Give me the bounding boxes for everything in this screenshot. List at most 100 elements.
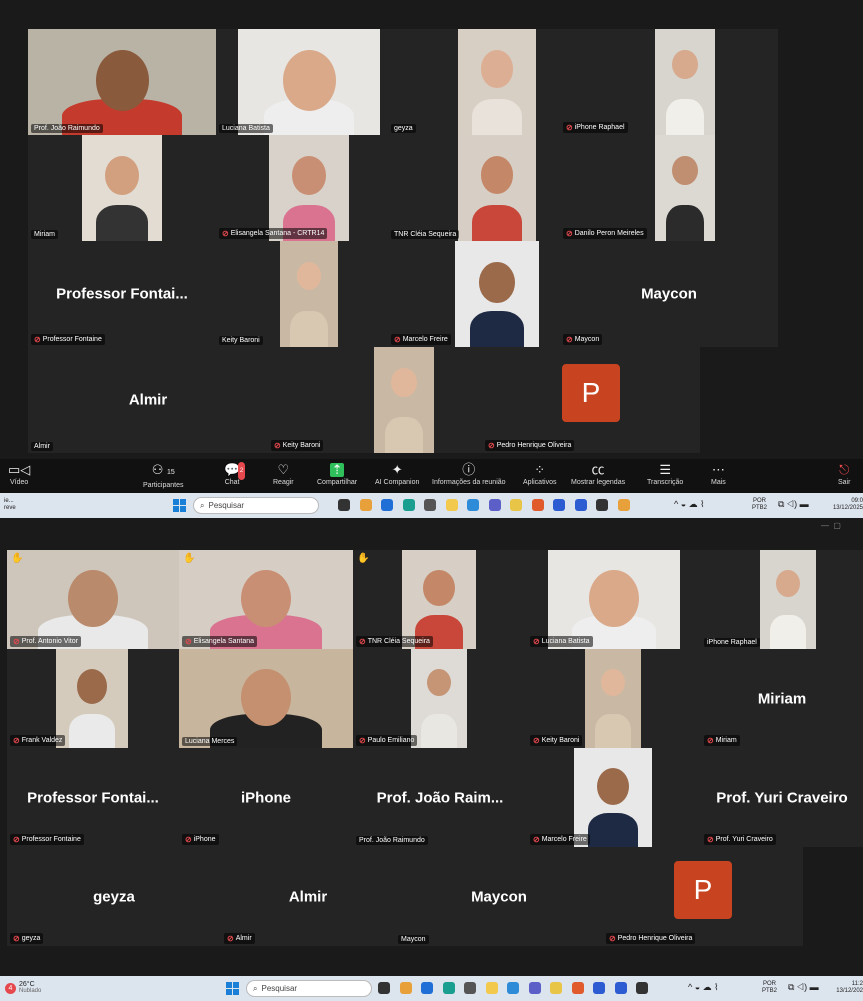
- taskbar-app-icon[interactable]: [574, 499, 587, 511]
- participant-tile[interactable]: ⊘ iPhone Raphael: [560, 29, 778, 135]
- captions-button[interactable]: ㏄ Mostrar legendas: [571, 461, 625, 486]
- taskbar-app-icon[interactable]: [359, 499, 372, 511]
- taskbar-app-icon[interactable]: [528, 982, 541, 994]
- taskbar-app-icon[interactable]: [381, 499, 393, 511]
- participant-tile[interactable]: Professor Fontai... ⊘ Professor Fontaine: [28, 241, 216, 347]
- avatar: P: [562, 364, 620, 423]
- participant-name: Professor Fontaine: [21, 836, 81, 843]
- participant-name-label: Prof. João Raimundo: [31, 124, 103, 133]
- taskbar-app-icon[interactable]: [421, 982, 433, 994]
- participant-tile[interactable]: ✋ ⊘ TNR Cléia Sequeira: [353, 550, 527, 649]
- participant-tile[interactable]: Prof. João Raim... Prof. João Raimundo: [353, 748, 527, 847]
- participant-video: [28, 29, 216, 135]
- react-button[interactable]: ♡ Reagir: [273, 461, 294, 486]
- participant-tile[interactable]: ⊘ Paulo Emiliano: [353, 649, 527, 748]
- mic-muted-icon: ⊘: [533, 736, 540, 745]
- participant-tile[interactable]: Maycon Maycon: [395, 847, 603, 946]
- mic-muted-icon: ⊘: [488, 441, 495, 450]
- taskbar-app-icon[interactable]: [636, 982, 648, 994]
- taskbar-app-icon[interactable]: [507, 982, 519, 994]
- taskbar-app-icon[interactable]: [467, 499, 479, 511]
- taskbar-app-icon[interactable]: [445, 499, 458, 511]
- chat-button[interactable]: 💬 2 Chat: [224, 461, 246, 486]
- participant-display-name: Professor Fontai...: [27, 789, 159, 806]
- participant-tile[interactable]: Almir Almir: [28, 347, 268, 453]
- participant-tile[interactable]: ⊘ Elisangela Santana - CRTR14: [216, 135, 388, 241]
- participant-tile[interactable]: ✋ ⊘ Prof. Antonio Vitor: [7, 550, 179, 649]
- participant-tile[interactable]: Luciana Merces: [179, 649, 353, 748]
- person-head: [296, 262, 322, 291]
- participant-name: Paulo Emiliano: [367, 737, 415, 744]
- participants-button[interactable]: ⚇ 15 Participantes: [143, 461, 183, 489]
- taskbar-search[interactable]: ⌕ Pesquisar: [246, 980, 372, 997]
- participant-video: [280, 241, 338, 347]
- participant-tile[interactable]: Miriam ⊘ Miriam: [701, 649, 863, 748]
- participant-tile[interactable]: ⊘ Keity Baroni: [527, 649, 701, 748]
- video-button[interactable]: ▭◁ Vídeo: [8, 461, 30, 486]
- taskbar-app-icon[interactable]: [593, 982, 605, 994]
- participant-tile[interactable]: ⊘ Marcelo Freire: [527, 748, 701, 847]
- participant-name: Miriam: [715, 737, 737, 744]
- taskbar-app-icon[interactable]: [402, 499, 415, 511]
- participant-tile[interactable]: ⊘ Luciana Batista: [527, 550, 701, 649]
- taskbar-app-icon[interactable]: [510, 499, 522, 511]
- participant-name: Marcelo Freire: [402, 336, 448, 343]
- participant-name: Keity Baroni: [222, 337, 260, 344]
- person-figure: [290, 310, 328, 347]
- transcript-button[interactable]: ☰ Transcrição: [647, 461, 683, 486]
- ai-companion-button[interactable]: ✦ AI Companion: [375, 461, 419, 486]
- leave-button[interactable]: ⎋ Sair: [838, 461, 850, 486]
- more-icon: ⋯: [711, 462, 725, 477]
- taskbar-search[interactable]: ⌕ Pesquisar: [193, 497, 319, 514]
- taskbar-app-icon[interactable]: [531, 499, 544, 511]
- windows-start-icon[interactable]: [226, 982, 239, 995]
- participant-tile[interactable]: Keity Baroni: [216, 241, 388, 347]
- taskbar-app-icon[interactable]: [553, 499, 565, 511]
- participant-tile[interactable]: geyza ⊘ geyza: [7, 847, 221, 946]
- taskbar-app-icon[interactable]: [378, 982, 390, 994]
- taskbar-app-icon[interactable]: [617, 499, 630, 511]
- participant-tile[interactable]: Maycon ⊘ Maycon: [560, 241, 778, 347]
- participant-tile[interactable]: ✋ ⊘ Elisangela Santana: [179, 550, 353, 649]
- participant-tile[interactable]: TNR Cléia Sequeira: [388, 135, 560, 241]
- participant-tile[interactable]: ⊘ Marcelo Freire: [388, 241, 560, 347]
- participant-tile[interactable]: Miriam: [28, 135, 216, 241]
- windows-start-icon[interactable]: [173, 499, 186, 512]
- taskbar-app-icon[interactable]: [464, 982, 476, 994]
- mic-muted-icon: ⊘: [533, 637, 540, 646]
- participant-tile[interactable]: P ⊘ Pedro Henrique Oliveira: [482, 347, 700, 453]
- leave-icon: ⎋: [839, 462, 850, 477]
- person-head: [589, 569, 639, 627]
- participant-tile[interactable]: Luciana Batista: [216, 29, 388, 135]
- apps-button[interactable]: ⁘ Aplicativos: [523, 461, 556, 486]
- share-button[interactable]: ⇡ Compartilhar: [317, 461, 357, 487]
- participant-tile[interactable]: Almir ⊘ Almir: [221, 847, 395, 946]
- tray-icons: ^ ◒ ☁ ⌇: [674, 499, 705, 509]
- participant-tile[interactable]: iPhone ⊘ iPhone: [179, 748, 353, 847]
- taskbar-app-icon[interactable]: [424, 499, 436, 511]
- taskbar-app-icon[interactable]: [571, 982, 584, 994]
- more-button[interactable]: ⋯ Mais: [711, 461, 726, 486]
- participant-tile[interactable]: iPhone Raphael: [701, 550, 863, 649]
- weather-icon: 4: [5, 983, 16, 994]
- participant-name: iPhone Raphael: [574, 124, 625, 131]
- participant-tile[interactable]: ⊘ Keity Baroni: [268, 347, 482, 453]
- participant-tile[interactable]: P ⊘ Pedro Henrique Oliveira: [603, 847, 803, 946]
- participant-tile[interactable]: Prof. Yuri Craveiro ⊘ Prof. Yuri Craveiro: [701, 748, 863, 847]
- taskbar-app-icon[interactable]: [442, 982, 455, 994]
- taskbar-app-icon[interactable]: [614, 982, 627, 994]
- participant-name: Almir: [34, 443, 50, 450]
- participant-name-label: Miriam: [31, 230, 58, 239]
- taskbar-app-icon[interactable]: [399, 982, 412, 994]
- participant-tile[interactable]: Prof. João Raimundo: [28, 29, 216, 135]
- meeting-info-button[interactable]: ⓘ Informações da reunião: [432, 461, 506, 486]
- participant-tile[interactable]: Professor Fontai... ⊘ Professor Fontaine: [7, 748, 179, 847]
- taskbar-app-icon[interactable]: [338, 499, 350, 511]
- taskbar-app-icon[interactable]: [550, 982, 562, 994]
- participant-tile[interactable]: ⊘ Frank Valdez: [7, 649, 179, 748]
- participant-tile[interactable]: geyza: [388, 29, 560, 135]
- participant-tile[interactable]: ⊘ Danilo Peron Meireles: [560, 135, 778, 241]
- taskbar-app-icon[interactable]: [488, 499, 501, 511]
- taskbar-app-icon[interactable]: [596, 499, 608, 511]
- taskbar-app-icon[interactable]: [485, 982, 498, 994]
